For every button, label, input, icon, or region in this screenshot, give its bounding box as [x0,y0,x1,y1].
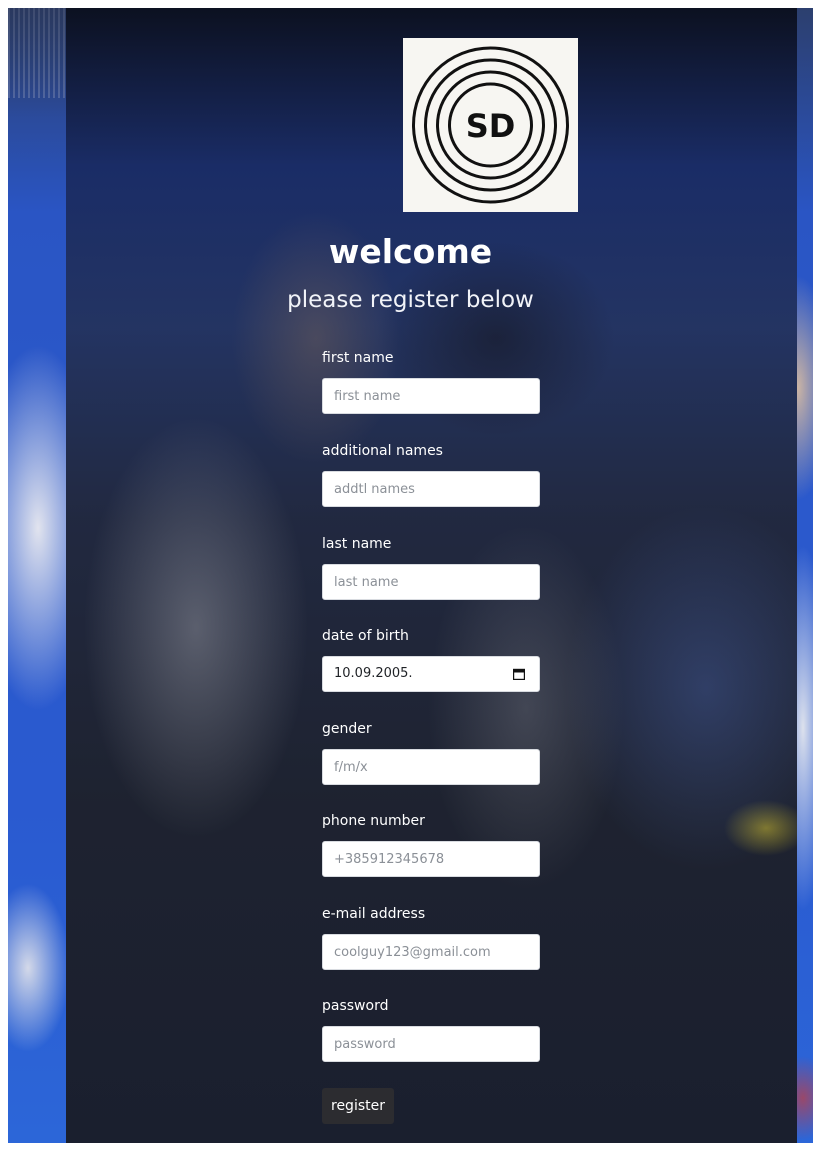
gender-label: gender [322,721,372,737]
background-left-strip [8,8,68,1143]
email-input[interactable] [322,934,540,970]
date-of-birth-value: 10.09.2005. [334,666,413,681]
date-of-birth-input[interactable]: 10.09.2005. [322,656,540,692]
additional-names-label: additional names [322,443,443,459]
phone-number-label: phone number [322,813,425,829]
last-name-label: last name [322,536,392,552]
phone-number-input[interactable] [322,841,540,877]
first-name-input[interactable] [322,378,540,414]
password-input[interactable] [322,1026,540,1062]
date-of-birth-label: date of birth [322,628,409,644]
last-name-input[interactable] [322,564,540,600]
register-button[interactable]: register [322,1088,394,1124]
password-label: password [322,998,389,1014]
background-photo: SD welcome please register below first n… [8,8,813,1143]
first-name-label: first name [322,350,394,366]
calendar-icon[interactable] [513,668,525,680]
registration-form: first name additional names last name da… [322,8,552,1143]
additional-names-input[interactable] [322,471,540,507]
email-label: e-mail address [322,906,426,922]
gender-input[interactable] [322,749,540,785]
